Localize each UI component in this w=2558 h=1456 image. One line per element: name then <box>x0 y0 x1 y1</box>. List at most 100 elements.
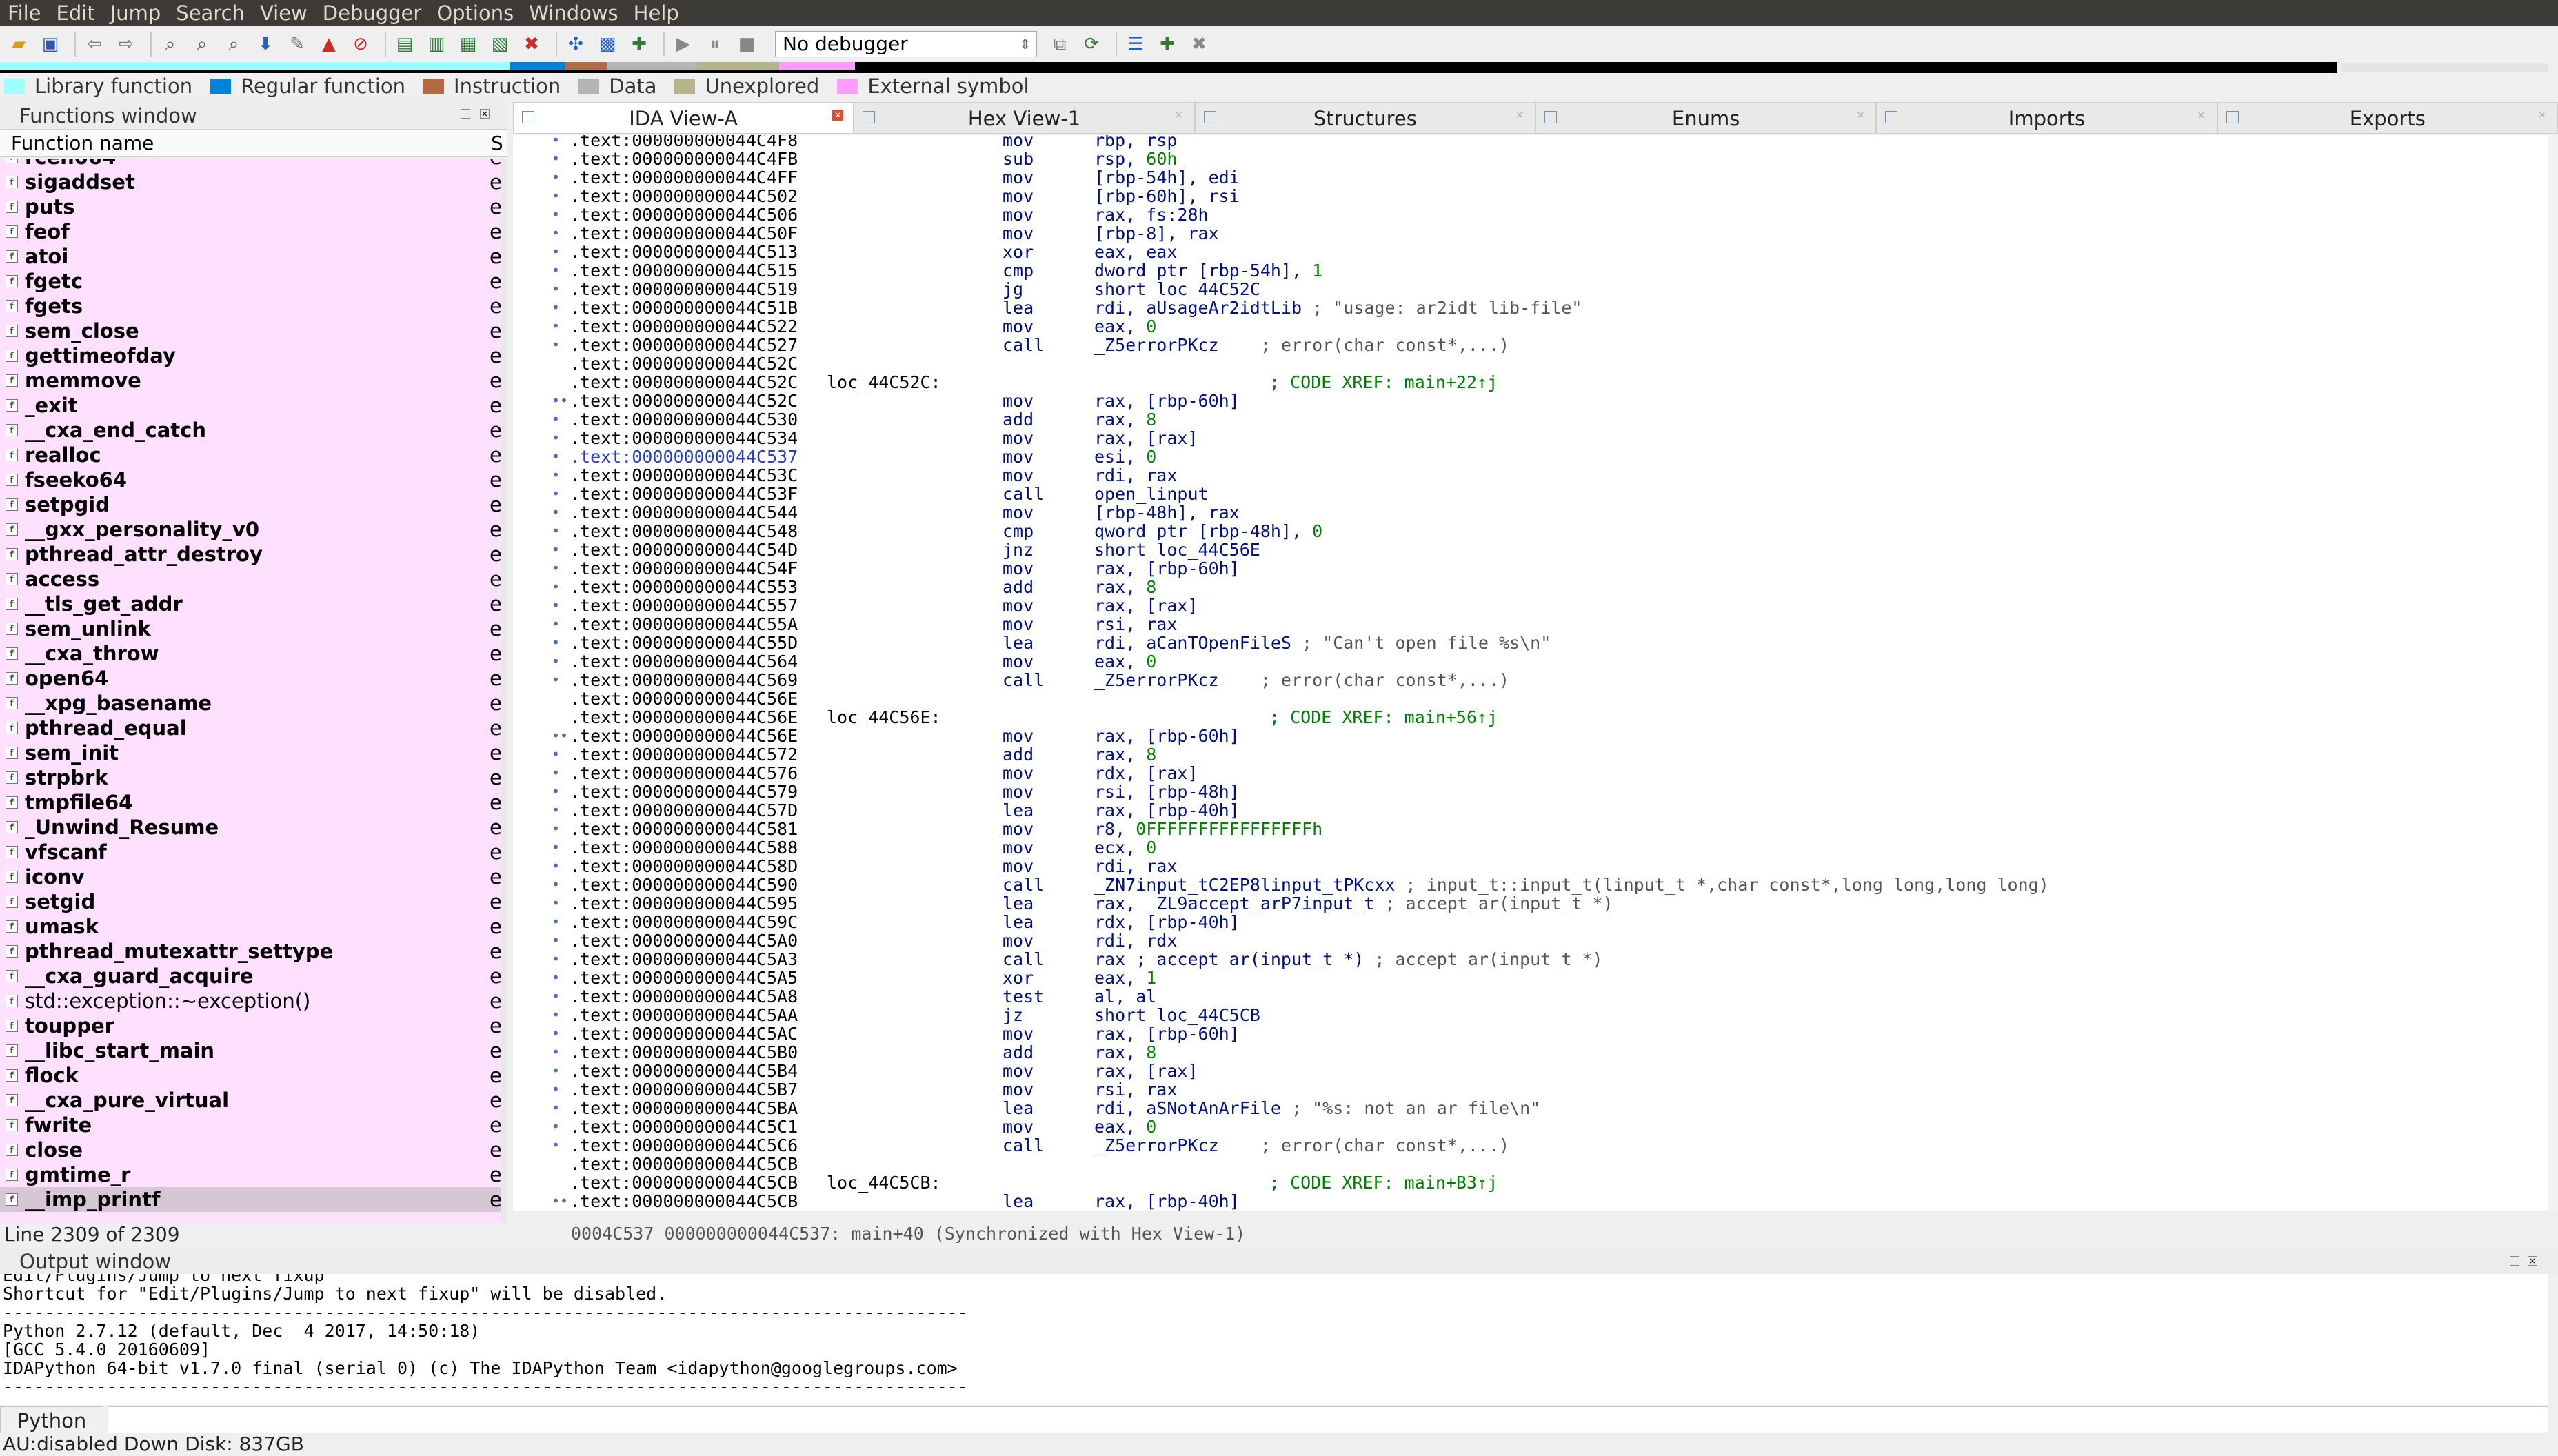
tab-hex-view-1[interactable]: Hex View-1 × <box>854 102 1195 134</box>
function-row[interactable]: f puts e <box>0 194 501 219</box>
code-icon[interactable]: ▤ <box>392 31 418 57</box>
function-row[interactable]: f gmtime_r e <box>0 1162 501 1187</box>
disasm-line[interactable]: • .text:000000000044C502 mov [rbp-60h], rsi <box>513 187 2548 205</box>
menu-jump[interactable]: Jump <box>103 0 169 26</box>
search-text-icon[interactable]: ⌕ <box>189 31 215 57</box>
disasm-line[interactable]: • .text:000000000044C534 mov rax, [rax] <box>513 429 2548 447</box>
disasm-line[interactable]: • .text:000000000044C5A3 call rax ; accept_… <box>513 950 2548 969</box>
disasm-line[interactable]: • .text:000000000044C557 mov rax, [rax] <box>513 596 2548 615</box>
tab-ida-view-a[interactable]: IDA View-A × <box>513 102 854 134</box>
disasm-line[interactable]: • .text:000000000044C53F call open_linput <box>513 485 2548 503</box>
disasm-line[interactable]: • .text:000000000044C519 jg short loc_44C52… <box>513 280 2548 299</box>
panel-float-icon[interactable] <box>461 109 470 119</box>
function-row[interactable]: f __cxa_pure_virtual e <box>0 1088 501 1113</box>
functions-list[interactable]: frcen064efsigaddsetefputseffeofefatoieff… <box>0 159 501 1226</box>
open-icon[interactable]: ▰ <box>6 31 32 57</box>
column-header-segment[interactable]: S <box>491 130 503 157</box>
disassembly-scrollbar[interactable] <box>2548 135 2558 1211</box>
function-row[interactable]: f pthread_attr_destroy e <box>0 542 501 567</box>
disasm-line[interactable]: • .text:000000000044C55D lea rdi, aCanTOpen… <box>513 634 2548 652</box>
debugger-select[interactable]: No debugger ⇕ <box>775 31 1037 57</box>
disasm-line[interactable]: • .text:000000000044C59C lea rdx, [rbp-40h] <box>513 913 2548 931</box>
stop-icon[interactable]: ⊘ <box>348 31 374 57</box>
function-row[interactable]: f vfscanf e <box>0 840 501 865</box>
disasm-line[interactable]: • .text:000000000044C58D mov rdi, rax <box>513 857 2548 876</box>
menu-search[interactable]: Search <box>168 0 252 26</box>
disasm-line[interactable]: • .text:000000000044C506 mov rax, fs:28h <box>513 205 2548 224</box>
play-icon[interactable]: ▶ <box>670 31 696 57</box>
pause-icon[interactable]: ⏸ <box>702 31 728 57</box>
function-row[interactable]: f __libc_start_main e <box>0 1038 501 1063</box>
function-row[interactable]: f strpbrk e <box>0 765 501 790</box>
disasm-line[interactable]: • .text:000000000044C5C1 mov eax, 0 <box>513 1118 2548 1136</box>
menu-view[interactable]: View <box>252 0 315 26</box>
disasm-line[interactable]: • .text:000000000044C595 lea rax, _ZL9accep… <box>513 894 2548 913</box>
disasm-line[interactable]: • .text:000000000044C515 cmp dword ptr [rbp… <box>513 261 2548 280</box>
ida-view-disassembly[interactable]: • .text:000000000044C4F8 mov rbp, rsp • .text… <box>513 135 2548 1211</box>
disasm-line[interactable]: • .text:000000000044C522 mov eax, 0 <box>513 317 2548 336</box>
function-row[interactable]: f access e <box>0 567 501 592</box>
add-icon[interactable]: ✚ <box>626 31 652 57</box>
function-row[interactable]: f fwrite e <box>0 1113 501 1138</box>
save-icon[interactable]: ▣ <box>37 31 63 57</box>
function-row[interactable]: f std::exception::~exception() e <box>0 989 501 1013</box>
disasm-line[interactable]: • .text:000000000044C57D lea rax, [rbp-40h] <box>513 801 2548 820</box>
jump-down-icon[interactable]: ⬇ <box>252 31 279 57</box>
function-row[interactable]: f __tls_get_addr e <box>0 592 501 616</box>
breakpoint-list-icon[interactable]: ☰ <box>1122 31 1149 57</box>
tab-close-icon[interactable]: × <box>1174 110 1185 121</box>
disasm-line[interactable]: • .text:000000000044C4FF mov [rbp-54h], edi <box>513 168 2548 187</box>
function-row[interactable]: f setgid e <box>0 889 501 914</box>
disasm-line[interactable]: • .text:000000000044C537 mov esi, 0 <box>513 447 2548 466</box>
disasm-line[interactable]: .text:000000000044C52C <box>513 354 2548 373</box>
function-row[interactable]: f __xpg_basename e <box>0 691 501 716</box>
function-row[interactable]: f __gxx_personality_v0 e <box>0 517 501 542</box>
search-binary-icon[interactable]: ⌕ <box>157 31 183 57</box>
disasm-line[interactable]: • .text:000000000044C513 xor eax, eax <box>513 243 2548 261</box>
function-row[interactable]: f sem_close e <box>0 318 501 343</box>
disasm-line[interactable]: • .text:000000000044C569 call _Z5errorPKcz … <box>513 671 2548 689</box>
disasm-line[interactable]: • .text:000000000044C5AC mov rax, [rbp-60h] <box>513 1024 2548 1043</box>
disasm-line[interactable]: • .text:000000000044C5BA lea rdi, aSNotAnAr… <box>513 1099 2548 1118</box>
menu-debugger[interactable]: Debugger <box>315 0 430 26</box>
navigation-band[interactable] <box>0 62 2337 73</box>
back-icon[interactable]: ⇦ <box>81 31 108 57</box>
function-row[interactable]: f open64 e <box>0 666 501 691</box>
delete-breakpoint-icon[interactable]: ✖ <box>1186 31 1212 57</box>
column-header-function-name[interactable]: Function name <box>11 130 154 157</box>
function-row[interactable]: f __cxa_throw e <box>0 641 501 666</box>
disasm-line[interactable]: • .text:000000000044C5B4 mov rax, [rax] <box>513 1062 2548 1080</box>
panel-float-icon[interactable] <box>2510 1256 2519 1266</box>
disasm-line[interactable]: • .text:000000000044C553 add rax, 8 <box>513 578 2548 596</box>
disasm-line[interactable]: • .text:000000000044C5A8 test al, al <box>513 987 2548 1006</box>
function-row[interactable]: f close e <box>0 1138 501 1162</box>
tab-close-icon[interactable]: × <box>832 110 844 121</box>
tab-enums[interactable]: Enums × <box>1535 102 1877 134</box>
disasm-line[interactable]: •• .text:000000000044C52C mov rax, [rbp-60h… <box>513 392 2548 410</box>
function-row[interactable]: f feof e <box>0 219 501 244</box>
undefine-icon[interactable]: ✖ <box>518 31 545 57</box>
panel-close-icon[interactable]: × <box>480 109 490 119</box>
function-row[interactable]: f __cxa_end_catch e <box>0 418 501 443</box>
disasm-line[interactable]: .text:000000000044C56E loc_44C56E: ; CODE … <box>513 708 2548 727</box>
disasm-line[interactable]: • .text:000000000044C548 cmp qword ptr [rbp… <box>513 522 2548 540</box>
plugin-icon[interactable]: ✣ <box>563 31 589 57</box>
tab-close-icon[interactable]: × <box>1514 110 1525 121</box>
disasm-line[interactable]: • .text:000000000044C581 mov r8, 0FFFFFFFFF… <box>513 820 2548 838</box>
tab-close-icon[interactable]: × <box>2196 110 2207 121</box>
disasm-line[interactable]: • .text:000000000044C53C mov rdi, rax <box>513 466 2548 485</box>
panel-close-icon[interactable]: × <box>2528 1256 2537 1266</box>
function-row[interactable]: f rcen064 e <box>0 159 501 170</box>
refresh-icon[interactable]: ⟳ <box>1078 31 1105 57</box>
disasm-line[interactable]: • .text:000000000044C5A0 mov rdi, rdx <box>513 931 2548 950</box>
disasm-line[interactable]: •• .text:000000000044C5CB lea rax, [rbp-40h… <box>513 1192 2548 1211</box>
tab-imports[interactable]: Imports × <box>1876 102 2217 134</box>
graph-icon[interactable]: ▩ <box>594 31 621 57</box>
disasm-line[interactable]: .text:000000000044C5CB <box>513 1155 2548 1173</box>
tab-close-icon[interactable]: × <box>2537 110 2548 121</box>
function-row[interactable]: f pthread_equal e <box>0 716 501 740</box>
disasm-line[interactable]: • .text:000000000044C564 mov eax, 0 <box>513 652 2548 671</box>
disasm-line[interactable]: • .text:000000000044C590 call _ZN7input_tC2… <box>513 876 2548 894</box>
forward-icon[interactable]: ⇨ <box>113 31 139 57</box>
disasm-line[interactable]: • .text:000000000044C579 mov rsi, [rbp-48h] <box>513 782 2548 801</box>
